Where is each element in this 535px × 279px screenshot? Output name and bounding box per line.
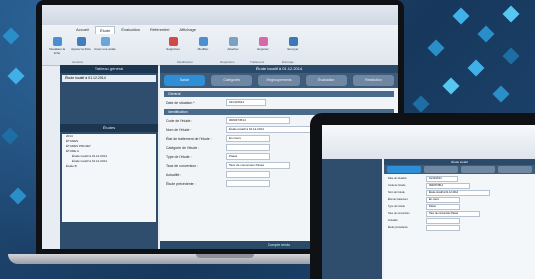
tablet-field-label: Nom de l'étude	[388, 191, 405, 194]
attach-button[interactable]: Attacher	[222, 37, 244, 51]
tab-affichage[interactable]: Affichage	[175, 26, 200, 34]
field-label: Étude précédente :	[166, 181, 196, 186]
tablet-main-panel: Étude locatif Date de situation 01/12/201…	[384, 159, 535, 279]
tablet-field-label: Étude précédente	[388, 226, 408, 229]
ribbon: Accueil Étude Évaluation Référentiel Aff…	[42, 5, 398, 66]
type-select[interactable]: Passé	[226, 153, 270, 160]
tablet-form-row: État de traitement En cours	[388, 196, 531, 203]
export-icon	[258, 37, 268, 46]
status-field[interactable]: En cours	[226, 135, 270, 142]
laptop-notch	[196, 254, 254, 258]
tablet-form-row: Nom de l'étude Étude locatif à 01.12.2014	[388, 189, 531, 196]
send-button[interactable]: Envoyer	[282, 37, 304, 51]
group-label-reparation: Réparation	[220, 60, 235, 64]
tablet-date-row: Date de situation 01/12/2014	[388, 175, 531, 182]
step-evaluation[interactable]: Évaluation	[305, 75, 347, 86]
main-header: Étude locatif à 01.12.2014	[160, 65, 398, 73]
tab-etude[interactable]: Étude	[94, 26, 116, 34]
tab-accueil[interactable]: Accueil	[72, 26, 93, 34]
tablet-form-row: Actualité	[388, 217, 531, 224]
tablet-date-field[interactable]: 01/12/2014	[426, 175, 458, 182]
tablet-step[interactable]	[424, 166, 458, 173]
left-panel: Tableau général Étude locatif à 01.12.20…	[60, 65, 158, 249]
view-icon	[52, 37, 62, 46]
group-label-traitement: Traitement	[250, 60, 265, 64]
delete-button[interactable]: Supprimer	[162, 37, 184, 51]
field-label: Actualité :	[166, 172, 182, 177]
date-label: Date de situation *	[166, 100, 195, 105]
tablet-field[interactable]: Étude locatif à 01.12.2014	[426, 189, 490, 196]
tablet-ribbon	[322, 125, 535, 159]
tablet-steps	[384, 165, 535, 174]
previous-study-select[interactable]	[226, 180, 270, 187]
actuality-select[interactable]	[226, 171, 270, 178]
step-categories[interactable]: Catégories	[211, 75, 253, 86]
step-regroupements[interactable]: Regroupements	[258, 75, 300, 86]
tablet-field-label: Taux de conversion	[388, 212, 410, 215]
edit-icon	[198, 37, 208, 46]
delete-icon	[168, 37, 178, 46]
tab-evaluation[interactable]: Évaluation	[117, 26, 144, 34]
group-label-general: Général	[72, 60, 83, 64]
date-row: Date de situation * 01/12/2014	[166, 99, 392, 106]
category-select[interactable]	[226, 144, 270, 151]
visualize-button[interactable]: Visualiser la fiche	[46, 37, 68, 55]
tablet-step[interactable]	[498, 166, 532, 173]
field-label: Taux de conversion :	[166, 163, 199, 168]
tablet-field[interactable]: En cours	[426, 196, 460, 203]
field-label: Type de l'étude :	[166, 154, 192, 159]
add-icon	[76, 37, 86, 46]
tablet-form-row: Taux de conversion Taux de conversion Pas…	[388, 210, 531, 217]
date-field[interactable]: 01/12/2014	[226, 99, 266, 106]
rate-select[interactable]: Taux de conversion Passé	[226, 162, 290, 169]
ribbon-tabs: Accueil Étude Évaluation Référentiel Aff…	[72, 26, 200, 34]
tablet-step[interactable]	[387, 166, 421, 173]
attach-icon	[228, 37, 238, 46]
tablet-field-label: Actualité	[388, 219, 398, 222]
tablet-field[interactable]: 0000374514	[426, 182, 470, 189]
field-label: Nom de l'étude :	[166, 127, 192, 132]
step-saisie[interactable]: Saisie	[164, 75, 206, 86]
section-general[interactable]: Général	[164, 91, 394, 97]
tablet-field[interactable]: Passé	[426, 203, 460, 210]
workflow-steps: Saisie Catégories Regroupements Évaluati…	[160, 73, 398, 88]
study-item[interactable]: Étude locatif à 01.12.2014	[62, 75, 156, 82]
create-study-button[interactable]: Créer une étude	[94, 37, 116, 51]
group-label-modification: Modification	[177, 60, 194, 64]
tablet-form-row: Type de l'étude Passé	[388, 203, 531, 210]
code-field[interactable]: 0000374514	[226, 117, 290, 124]
field-label: Catégorie de l'étude :	[166, 145, 200, 150]
tablet-field-label: État de traitement	[388, 198, 408, 201]
tree-item[interactable]: Étude B	[62, 164, 156, 169]
send-icon	[288, 37, 298, 46]
quick-access-toolbar	[42, 5, 398, 25]
study-tree: 2014 ÉTUDES ÉTUDES PROJET ÉTUDE A Étude …	[62, 134, 156, 222]
add-sheet-button[interactable]: Ajouter la fiche	[70, 37, 92, 51]
group-label-echange: Échange	[282, 60, 294, 64]
tablet-left-panel	[322, 159, 382, 279]
export-button[interactable]: Exporter	[252, 37, 274, 51]
step-restitution[interactable]: Restitution	[352, 75, 395, 86]
field-label: État de traitement de l'étude :	[166, 136, 212, 141]
left-panel-title: Tableau général	[60, 65, 158, 73]
tab-referentiel[interactable]: Référentiel	[146, 26, 173, 34]
name-field[interactable]: Étude locatif à 01.12.2014	[226, 126, 320, 133]
tablet-form-row: Étude précédente	[388, 224, 531, 231]
field-label: Code de l'étude :	[166, 118, 193, 123]
create-icon	[100, 37, 110, 46]
tablet-step[interactable]	[461, 166, 495, 173]
tablet-screen: Étude locatif Date de situation 01/12/201…	[322, 125, 535, 279]
tablet-date-label: Date de situation	[388, 177, 407, 180]
tablet-form-row: Code de l'étude 0000374514	[388, 182, 531, 189]
tablet-field-label: Code de l'étude	[388, 184, 406, 187]
tablet-field[interactable]	[426, 217, 460, 224]
tree-title: Études	[60, 124, 158, 132]
modify-button[interactable]: Modifier	[192, 37, 214, 51]
tablet-field[interactable]	[426, 224, 460, 231]
tablet-field[interactable]: Taux de conversion Passé	[426, 210, 480, 217]
tablet-field-label: Type de l'étude	[388, 205, 405, 208]
